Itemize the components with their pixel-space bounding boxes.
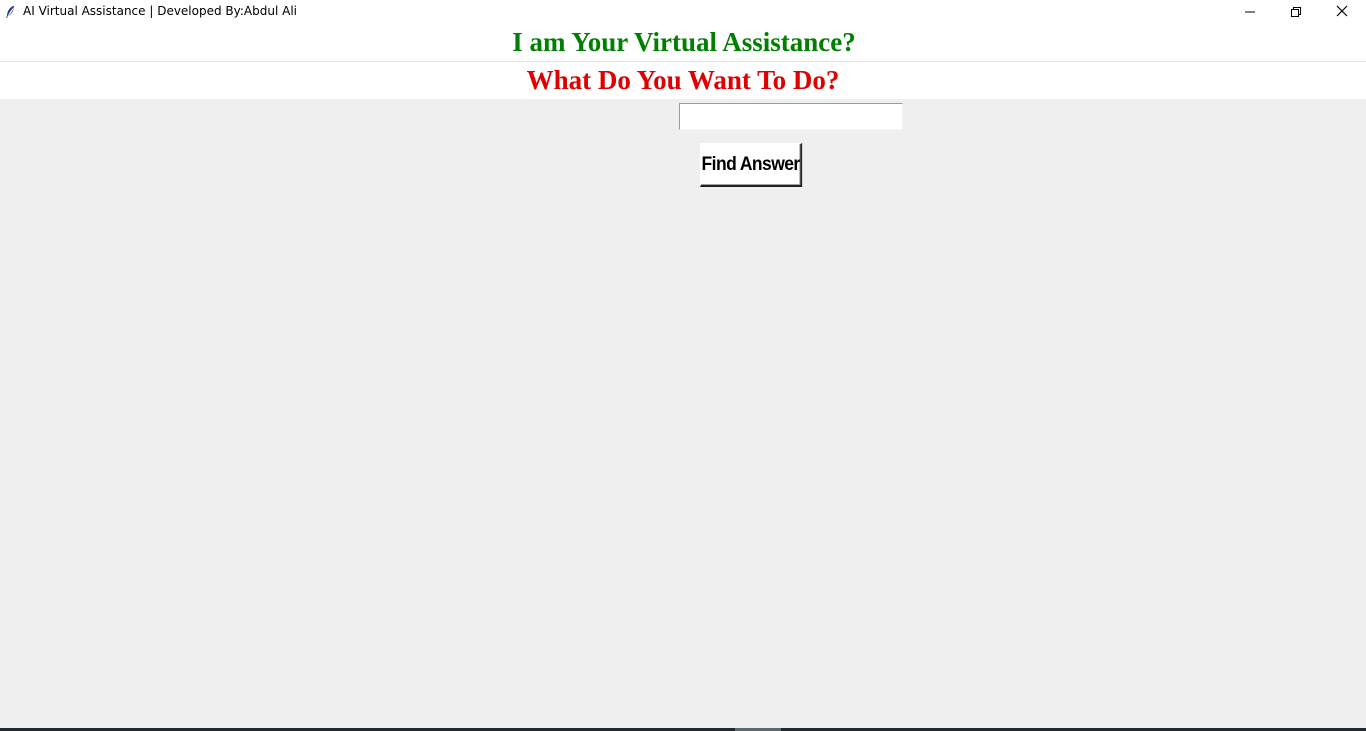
window-title: AI Virtual Assistance | Developed By:Abd…	[23, 4, 297, 18]
page-title: I am Your Virtual Assistance?	[512, 27, 856, 57]
restore-icon	[1291, 2, 1301, 21]
minimize-icon	[1245, 2, 1255, 21]
find-answer-button[interactable]: Find Answer	[700, 143, 803, 187]
heading-row: I am Your Virtual Assistance?	[0, 23, 1366, 61]
minimize-button[interactable]	[1227, 0, 1273, 23]
maximize-button[interactable]	[1273, 0, 1319, 23]
app-window: AI Virtual Assistance | Developed By:Abd…	[0, 0, 1366, 731]
close-icon	[1336, 2, 1348, 21]
subheading-row: What Do You Want To Do?	[0, 62, 1366, 99]
feather-icon	[4, 4, 16, 18]
close-button[interactable]	[1319, 0, 1365, 23]
page-subtitle: What Do You Want To Do?	[526, 65, 840, 95]
title-bar[interactable]: AI Virtual Assistance | Developed By:Abd…	[0, 0, 1366, 23]
question-input[interactable]	[679, 103, 903, 130]
